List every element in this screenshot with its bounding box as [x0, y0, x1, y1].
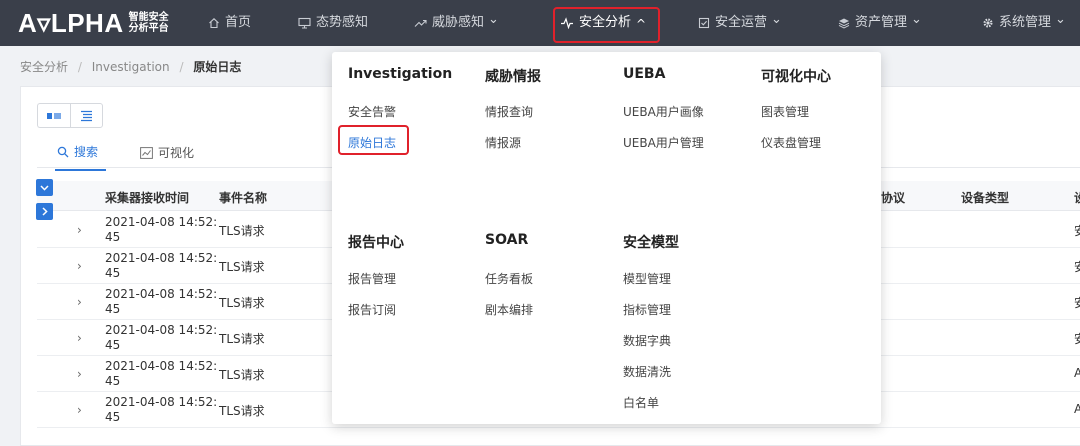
cell-collector-time: 2021-04-08 14:52: 45 [105, 287, 218, 316]
cell-event-name: TLS请求 [219, 296, 265, 310]
breadcrumb-item[interactable]: Investigation [92, 60, 170, 74]
logo-text: A▿LPHA [18, 8, 124, 38]
view-toggle [37, 103, 103, 128]
gear-icon [983, 18, 993, 28]
chevron-down-icon: ⌄ [771, 12, 782, 27]
menu-item-metric-mgmt[interactable]: 指标管理 [623, 301, 671, 318]
menu-item-data-cleansing[interactable]: 数据清洗 [623, 363, 671, 380]
table-view-icon [47, 112, 61, 119]
list-view-button[interactable] [70, 103, 103, 128]
list-view-icon [81, 110, 92, 121]
nav-item-home[interactable]: 首页 [208, 0, 251, 46]
cell-event-name: TLS请求 [219, 260, 265, 274]
menu-heading-investigation: Investigation [348, 66, 453, 82]
menu-item-report-subscription[interactable]: 报告订阅 [348, 301, 396, 318]
menu-heading-report-center: 报告中心 [348, 235, 404, 251]
chart-icon [140, 146, 153, 159]
menu-item-whitelist[interactable]: 白名单 [623, 394, 659, 411]
cell-event-name: TLS请求 [219, 224, 265, 238]
breadcrumb-separator: / [77, 60, 82, 74]
menu-heading-ueba: UEBA [623, 66, 666, 82]
chevron-down-icon: ⌄ [911, 12, 922, 27]
cell-truncated: A [1074, 402, 1080, 416]
menu-item-report-mgmt[interactable]: 报告管理 [348, 270, 396, 287]
monitor-icon [298, 17, 311, 29]
breadcrumb-current: 原始日志 [193, 60, 242, 74]
breadcrumb-item[interactable]: 安全分析 [20, 60, 68, 74]
chevron-down-icon: ⌄ [1055, 12, 1066, 27]
search-icon [57, 146, 69, 157]
nav-item-system[interactable]: 系统管理 ⌄ [982, 0, 1066, 46]
nav-item-security-ops[interactable]: 安全运营 ⌄ [698, 0, 782, 46]
menu-item-chart-mgmt[interactable]: 图表管理 [761, 103, 809, 120]
cell-collector-time: 2021-04-08 14:52: 45 [105, 395, 218, 424]
top-navbar: A▿LPHA 智能安全 分析平台 首页 态势感知 威胁感知 ⌄ 安全分析 ^ 安… [0, 0, 1080, 46]
cell-truncated: 安 [1074, 330, 1080, 347]
chevron-down-icon [40, 184, 49, 191]
logo[interactable]: A▿LPHA 智能安全 分析平台 [18, 8, 169, 38]
cell-truncated: 安 [1074, 222, 1080, 239]
menu-item-playbook[interactable]: 剧本编排 [485, 301, 533, 318]
collapse-all-button[interactable] [36, 179, 53, 196]
trend-icon [414, 19, 427, 27]
cell-truncated: 安 [1074, 294, 1080, 311]
expand-row-icon[interactable]: › [77, 259, 82, 273]
menu-heading-visual-center: 可视化中心 [761, 69, 831, 85]
cell-collector-time: 2021-04-08 14:52: 45 [105, 215, 218, 244]
expand-row-icon[interactable]: › [77, 295, 82, 309]
nav-item-situation[interactable]: 态势感知 [298, 0, 368, 46]
table-view-button[interactable] [37, 103, 70, 128]
cell-event-name: TLS请求 [219, 404, 265, 418]
column-header-protocol[interactable]: 协议 [881, 189, 905, 206]
cell-truncated: A [1074, 366, 1080, 380]
menu-item-ueba-user-mgmt[interactable]: UEBA用户管理 [623, 134, 704, 151]
nav-item-assets[interactable]: 资产管理 ⌄ [838, 0, 922, 46]
expand-row-icon[interactable]: › [77, 223, 82, 237]
column-header-device-type[interactable]: 设备类型 [961, 189, 1009, 206]
menu-item-security-alerts[interactable]: 安全告警 [348, 103, 396, 120]
security-analysis-menu: Investigation 威胁情报 UEBA 可视化中心 安全告警 原始日志 … [332, 52, 881, 424]
column-header-collector-time[interactable]: 采集器接收时间 [105, 189, 189, 206]
menu-item-task-board[interactable]: 任务看板 [485, 270, 533, 287]
nav-highlight-box [553, 7, 660, 43]
cell-collector-time: 2021-04-08 14:52: 45 [105, 359, 218, 388]
cell-event-name: TLS请求 [219, 332, 265, 346]
expand-row-icon[interactable]: › [77, 403, 82, 417]
menu-item-dashboard-mgmt[interactable]: 仪表盘管理 [761, 134, 821, 151]
menu-heading-security-model: 安全模型 [623, 235, 679, 251]
breadcrumb: 安全分析 / Investigation / 原始日志 [20, 58, 241, 75]
menu-item-intel-query[interactable]: 情报查询 [485, 103, 533, 120]
column-header-event-name[interactable]: 事件名称 [219, 189, 267, 206]
cell-collector-time: 2021-04-08 14:52: 45 [105, 323, 218, 352]
column-header-truncated[interactable]: 设 [1074, 189, 1080, 206]
expand-row-icon[interactable]: › [77, 367, 82, 381]
nav-item-threat[interactable]: 威胁感知 ⌄ [414, 0, 499, 46]
menu-item-data-dictionary[interactable]: 数据字典 [623, 332, 671, 349]
breadcrumb-separator: / [179, 60, 184, 74]
checkbox-icon [698, 17, 710, 29]
layers-icon [838, 18, 850, 29]
menu-heading-threat-intel: 威胁情报 [485, 69, 541, 85]
logo-subtitle: 智能安全 分析平台 [128, 12, 169, 34]
chevron-down-icon: ⌄ [488, 12, 499, 27]
menu-item-intel-source[interactable]: 情报源 [485, 134, 521, 151]
cell-truncated: 安 [1074, 258, 1080, 275]
menu-heading-soar: SOAR [485, 232, 529, 248]
expand-row-icon[interactable]: › [77, 331, 82, 345]
home-icon [209, 18, 219, 29]
menu-item-ueba-profile[interactable]: UEBA用户画像 [623, 103, 704, 120]
cell-collector-time: 2021-04-08 14:52: 45 [105, 251, 218, 280]
selected-item-highlight-box [338, 125, 409, 155]
menu-item-model-mgmt[interactable]: 模型管理 [623, 270, 671, 287]
cell-event-name: TLS请求 [219, 368, 265, 382]
